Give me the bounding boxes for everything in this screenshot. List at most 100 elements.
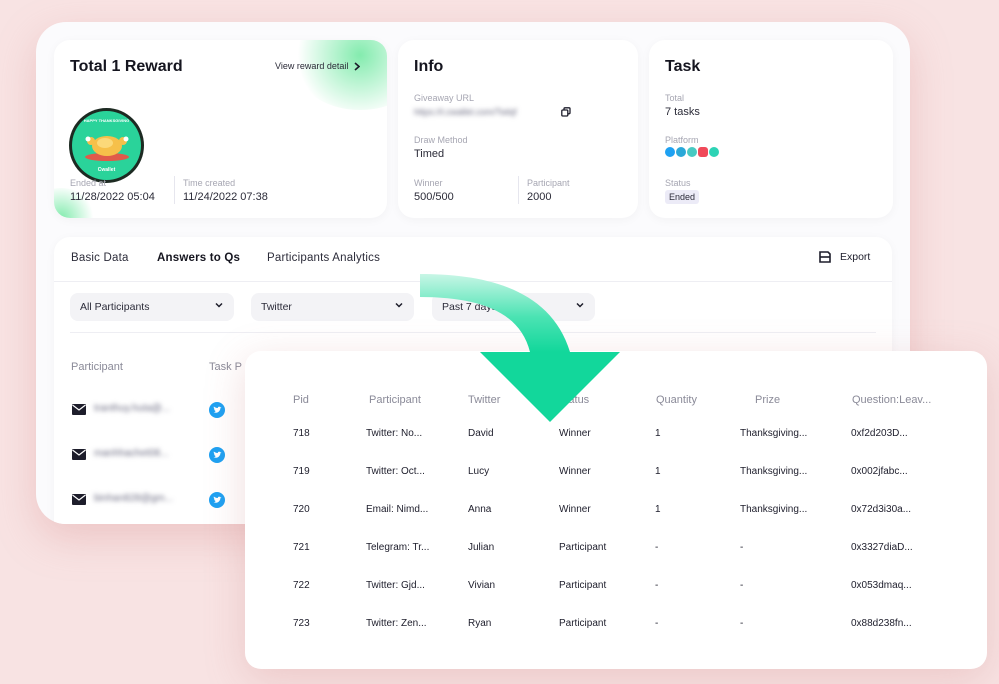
cell-participant: Twitter: Oct...: [366, 466, 425, 477]
participant-column-header: Participant: [71, 361, 123, 373]
divider: [518, 176, 519, 204]
cell-participant: Twitter: Gjd...: [366, 580, 425, 591]
cell-prize: Thanksgiving...: [740, 428, 808, 439]
export-label: Export: [840, 251, 871, 263]
cell-status: Winner: [559, 466, 591, 477]
reward-title: Total 1 Reward: [70, 58, 183, 75]
cell-question: 0x002jfabc...: [851, 466, 908, 477]
cell-twitter: Anna: [468, 504, 492, 515]
giveaway-url-value: https://t.cwallet.com/Twlqf: [414, 107, 517, 117]
cell-pid: 723: [293, 618, 310, 629]
cell-question: 0x3327diaD...: [851, 542, 913, 553]
cell-twitter: Lucy: [468, 466, 490, 477]
mail-icon: [72, 494, 86, 505]
column-header-question: Question:Leav...: [852, 394, 932, 406]
twitter-icon: [209, 492, 225, 508]
tab-participants-analytics[interactable]: Participants Analytics: [267, 252, 380, 264]
winner-value: 500/500: [414, 191, 454, 203]
cell-prize: Thanksgiving...: [740, 504, 808, 515]
reward-badge: HAPPY THANKSGIVING Cwallet: [69, 108, 144, 183]
badge-top-text: HAPPY THANKSGIVING: [83, 118, 130, 123]
column-header-quantity: Quantity: [656, 394, 697, 406]
column-header-prize: Prize: [755, 394, 781, 406]
cell-question: 0x053dmaq...: [851, 580, 912, 591]
cell-participant: Telegram: Tr...: [366, 542, 430, 553]
view-reward-detail-label: View reward detail: [275, 61, 349, 71]
chevron-down-icon: [215, 302, 223, 308]
cell-pid: 722: [293, 580, 310, 591]
participant-email: manhhachet08...: [94, 448, 169, 459]
cell-pid: 718: [293, 428, 310, 439]
badge-brand: Cwallet: [97, 167, 116, 173]
participants-filter-value: All Participants: [80, 301, 150, 313]
cell-prize: -: [740, 542, 744, 553]
cell-participant: Twitter: Zen...: [366, 618, 427, 629]
table-row[interactable]: 723 Twitter: Zen... Ryan Participant - - 0x88d…: [245, 618, 987, 632]
task-card: Task Total 7 tasks Platform Status Ended: [649, 40, 893, 218]
tab-basic-data[interactable]: Basic Data: [71, 252, 129, 264]
cell-status: Winner: [559, 504, 591, 515]
mail-icon: [72, 404, 86, 415]
time-created-value: 11/24/2022 07:38: [183, 191, 268, 203]
platform-label: Platform: [665, 135, 699, 145]
giveaway-url-label: Giveaway URL: [414, 93, 475, 103]
view-reward-detail-link[interactable]: View reward detail: [275, 61, 361, 71]
draw-method-value: Timed: [414, 148, 445, 160]
table-row[interactable]: 722 Twitter: Gjd... Vivian Participant - - 0x0…: [245, 580, 987, 594]
status-badge: Ended: [665, 190, 700, 204]
cell-quantity: -: [655, 618, 659, 629]
table-row[interactable]: 719 Twitter: Oct... Lucy Winner 1 Thanksgivin…: [245, 466, 987, 480]
ended-at-value: 11/28/2022 05:04: [70, 191, 155, 203]
discord-icon: [687, 147, 697, 157]
ended-at-label: Ended at: [70, 178, 107, 188]
chevron-down-icon: [395, 302, 403, 308]
participants-filter-select[interactable]: All Participants: [70, 293, 234, 321]
reward-card: Total 1 Reward View reward detail HAPPY …: [54, 40, 387, 218]
participant-email: tranthuy.huta@...: [94, 403, 171, 414]
cell-status: Participant: [559, 542, 607, 553]
cell-question: 0x72d3i30a...: [851, 504, 912, 515]
export-button[interactable]: Export: [818, 250, 870, 264]
telegram-icon: [676, 147, 686, 157]
turkey-icon: [85, 136, 129, 161]
chevron-right-icon: [354, 61, 361, 71]
email-icon: [709, 147, 719, 157]
task-title: Task: [665, 58, 701, 75]
platform-icons: [665, 147, 719, 157]
cell-twitter: Ryan: [468, 618, 492, 629]
twitter-icon: [209, 447, 225, 463]
total-tasks-value: 7 tasks: [665, 106, 700, 118]
participant-count-label: Participant: [527, 178, 570, 188]
cell-quantity: 1: [655, 428, 661, 439]
info-card: Info Giveaway URL https://t.cwallet.com/…: [398, 40, 638, 218]
table-row[interactable]: 721 Telegram: Tr... Julian Participant - - 0x3…: [245, 542, 987, 556]
cell-quantity: 1: [655, 504, 661, 515]
platform-filter-select[interactable]: Twitter: [251, 293, 414, 321]
cell-quantity: -: [655, 580, 659, 591]
cell-pid: 720: [293, 504, 310, 515]
info-title: Info: [414, 58, 444, 75]
twitter-icon: [209, 402, 225, 418]
time-created-label: Time created: [183, 178, 236, 188]
platform-filter-value: Twitter: [261, 301, 292, 313]
cell-twitter: Julian: [468, 542, 495, 553]
cell-status: Participant: [559, 580, 607, 591]
draw-method-label: Draw Method: [414, 135, 468, 145]
cell-prize: -: [740, 580, 744, 591]
copy-icon[interactable]: [561, 107, 571, 117]
participant-email: binhan828@gm...: [94, 493, 174, 504]
table-row[interactable]: 720 Email: Nimd... Anna Winner 1 Thanksgiving…: [245, 504, 987, 518]
cell-question: 0x88d238fn...: [851, 618, 912, 629]
cell-question: 0xf2d203D...: [851, 428, 908, 439]
column-header-pid: Pid: [293, 394, 309, 406]
export-icon: [819, 251, 831, 263]
cell-participant: Email: Nimd...: [366, 504, 429, 515]
cell-prize: -: [740, 618, 744, 629]
twitter-icon: [665, 147, 675, 157]
participant-count-value: 2000: [527, 191, 552, 203]
mail-icon: [72, 449, 86, 460]
cell-pid: 721: [293, 542, 310, 553]
tab-answers-to-qs[interactable]: Answers to Qs: [157, 252, 240, 264]
task-column-header: Task P: [209, 361, 243, 373]
total-tasks-label: Total: [665, 93, 685, 103]
